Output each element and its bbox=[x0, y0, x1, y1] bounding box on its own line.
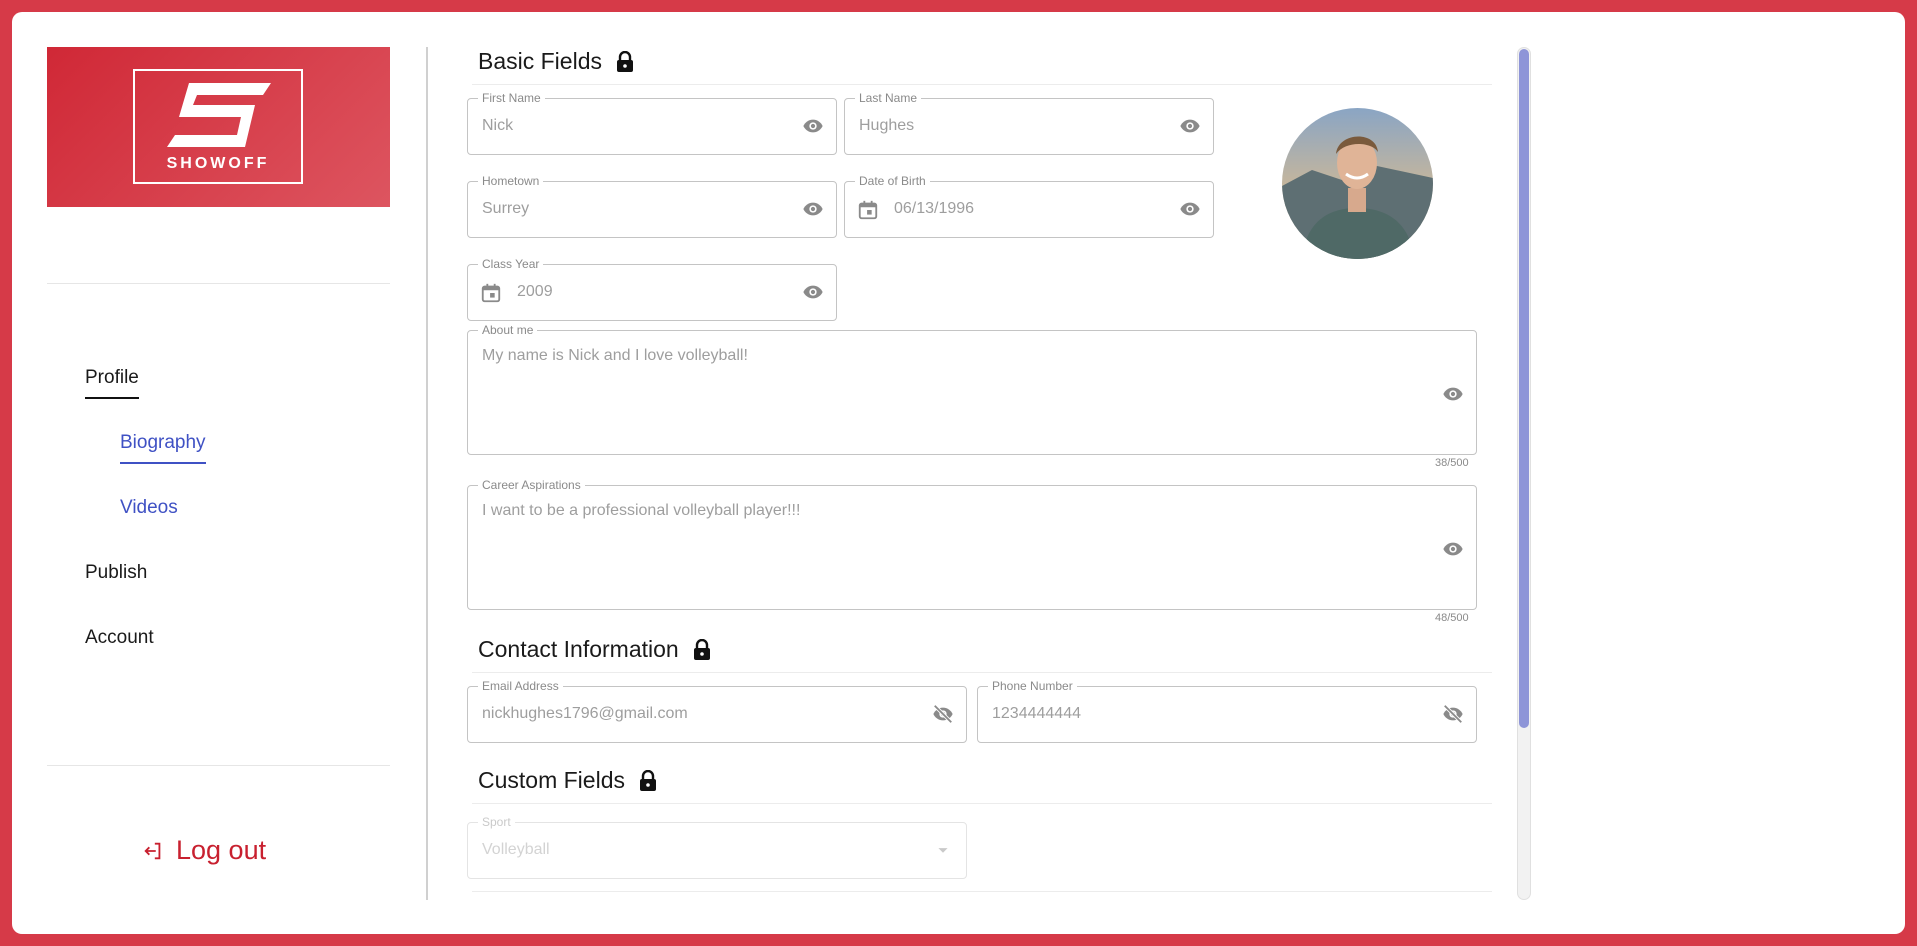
nav-item-publish[interactable]: Publish bbox=[85, 562, 147, 592]
section-title-contact: Contact Information bbox=[478, 636, 711, 663]
last-name-field[interactable]: Last Name Hughes bbox=[844, 90, 1214, 155]
sidebar-separator bbox=[426, 47, 428, 900]
eye-off-icon[interactable] bbox=[932, 703, 954, 725]
section-divider bbox=[472, 891, 1492, 892]
logo-s-mark bbox=[167, 83, 271, 147]
profile-avatar[interactable] bbox=[1282, 108, 1433, 259]
profile-form: Basic Fields First Name Nick Last Name H… bbox=[462, 12, 1502, 934]
eye-icon[interactable] bbox=[802, 281, 824, 303]
about-me-textarea[interactable]: About me My name is Nick and I love voll… bbox=[467, 322, 1477, 455]
sidebar-divider-top bbox=[47, 283, 390, 284]
class-year-label: Class Year bbox=[478, 256, 544, 272]
logout-button[interactable]: Log out bbox=[142, 835, 266, 866]
email-field[interactable]: Email Address nickhughes1796@gmail.com bbox=[467, 678, 967, 743]
sport-select[interactable]: Sport Volleyball bbox=[467, 814, 967, 879]
section-divider bbox=[472, 84, 1492, 85]
eye-icon[interactable] bbox=[802, 198, 824, 220]
scrollbar[interactable] bbox=[1517, 47, 1531, 900]
phone-label: Phone Number bbox=[988, 678, 1077, 694]
dob-label: Date of Birth bbox=[855, 173, 930, 189]
eye-icon[interactable] bbox=[1179, 198, 1201, 220]
first-name-value: Nick bbox=[482, 117, 514, 134]
sidebar: SHOWOFF Profile Biography Videos Publish… bbox=[12, 12, 392, 934]
avatar-photo bbox=[1282, 108, 1433, 259]
hometown-field[interactable]: Hometown Surrey bbox=[467, 173, 837, 238]
app-card: SHOWOFF Profile Biography Videos Publish… bbox=[12, 12, 1905, 934]
lock-icon bbox=[616, 50, 633, 72]
sport-label: Sport bbox=[478, 814, 515, 830]
date-of-birth-field[interactable]: Date of Birth 06/13/1996 bbox=[844, 173, 1214, 238]
nav-item-videos[interactable]: Videos bbox=[120, 497, 178, 527]
dob-value: 06/13/1996 bbox=[894, 200, 975, 217]
career-value: I want to be a professional volleyball p… bbox=[482, 502, 801, 519]
eye-icon[interactable] bbox=[1442, 538, 1464, 560]
eye-icon[interactable] bbox=[802, 115, 824, 137]
brand-logo[interactable]: SHOWOFF bbox=[47, 47, 390, 207]
section-divider bbox=[472, 672, 1492, 673]
nav-item-account[interactable]: Account bbox=[85, 627, 154, 657]
hometown-label: Hometown bbox=[478, 173, 544, 189]
calendar-icon[interactable] bbox=[857, 199, 879, 221]
eye-off-icon[interactable] bbox=[1442, 703, 1464, 725]
nav-item-biography[interactable]: Biography bbox=[120, 432, 206, 464]
logo-frame: SHOWOFF bbox=[133, 69, 303, 184]
first-name-label: First Name bbox=[478, 90, 545, 106]
last-name-value: Hughes bbox=[859, 117, 915, 134]
section-title-custom: Custom Fields bbox=[478, 767, 657, 794]
calendar-icon[interactable] bbox=[480, 282, 502, 304]
about-me-counter: 38/500 bbox=[1435, 457, 1469, 469]
class-year-field[interactable]: Class Year 2009 bbox=[467, 256, 837, 321]
logout-icon bbox=[144, 842, 161, 859]
about-me-value: My name is Nick and I love volleyball! bbox=[482, 347, 748, 364]
lock-icon bbox=[639, 769, 656, 791]
career-aspirations-textarea[interactable]: Career Aspirations I want to be a profes… bbox=[467, 477, 1477, 610]
first-name-field[interactable]: First Name Nick bbox=[467, 90, 837, 155]
section-title-basic: Basic Fields bbox=[478, 48, 634, 75]
nav-item-profile[interactable]: Profile bbox=[85, 367, 139, 399]
phone-value: 1234444444 bbox=[992, 705, 1081, 722]
email-value: nickhughes1796@gmail.com bbox=[482, 705, 688, 722]
logout-label: Log out bbox=[176, 835, 267, 865]
hometown-value: Surrey bbox=[482, 200, 530, 217]
sport-value: Volleyball bbox=[482, 841, 550, 858]
career-label: Career Aspirations bbox=[478, 477, 585, 493]
logo-wordmark: SHOWOFF bbox=[166, 155, 270, 172]
chevron-down-icon[interactable] bbox=[932, 839, 954, 861]
about-me-label: About me bbox=[478, 322, 538, 338]
section-custom-label: Custom Fields bbox=[478, 767, 625, 793]
section-basic-label: Basic Fields bbox=[478, 48, 602, 74]
lock-icon bbox=[693, 638, 710, 660]
eye-icon[interactable] bbox=[1179, 115, 1201, 137]
eye-icon[interactable] bbox=[1442, 383, 1464, 405]
section-divider bbox=[472, 803, 1492, 804]
scrollbar-thumb[interactable] bbox=[1519, 49, 1529, 728]
last-name-label: Last Name bbox=[855, 90, 922, 106]
section-contact-label: Contact Information bbox=[478, 636, 679, 662]
email-label: Email Address bbox=[478, 678, 563, 694]
career-counter: 48/500 bbox=[1435, 612, 1469, 624]
phone-field[interactable]: Phone Number 1234444444 bbox=[977, 678, 1477, 743]
class-year-value: 2009 bbox=[517, 283, 553, 300]
sidebar-divider-bottom bbox=[47, 765, 390, 766]
